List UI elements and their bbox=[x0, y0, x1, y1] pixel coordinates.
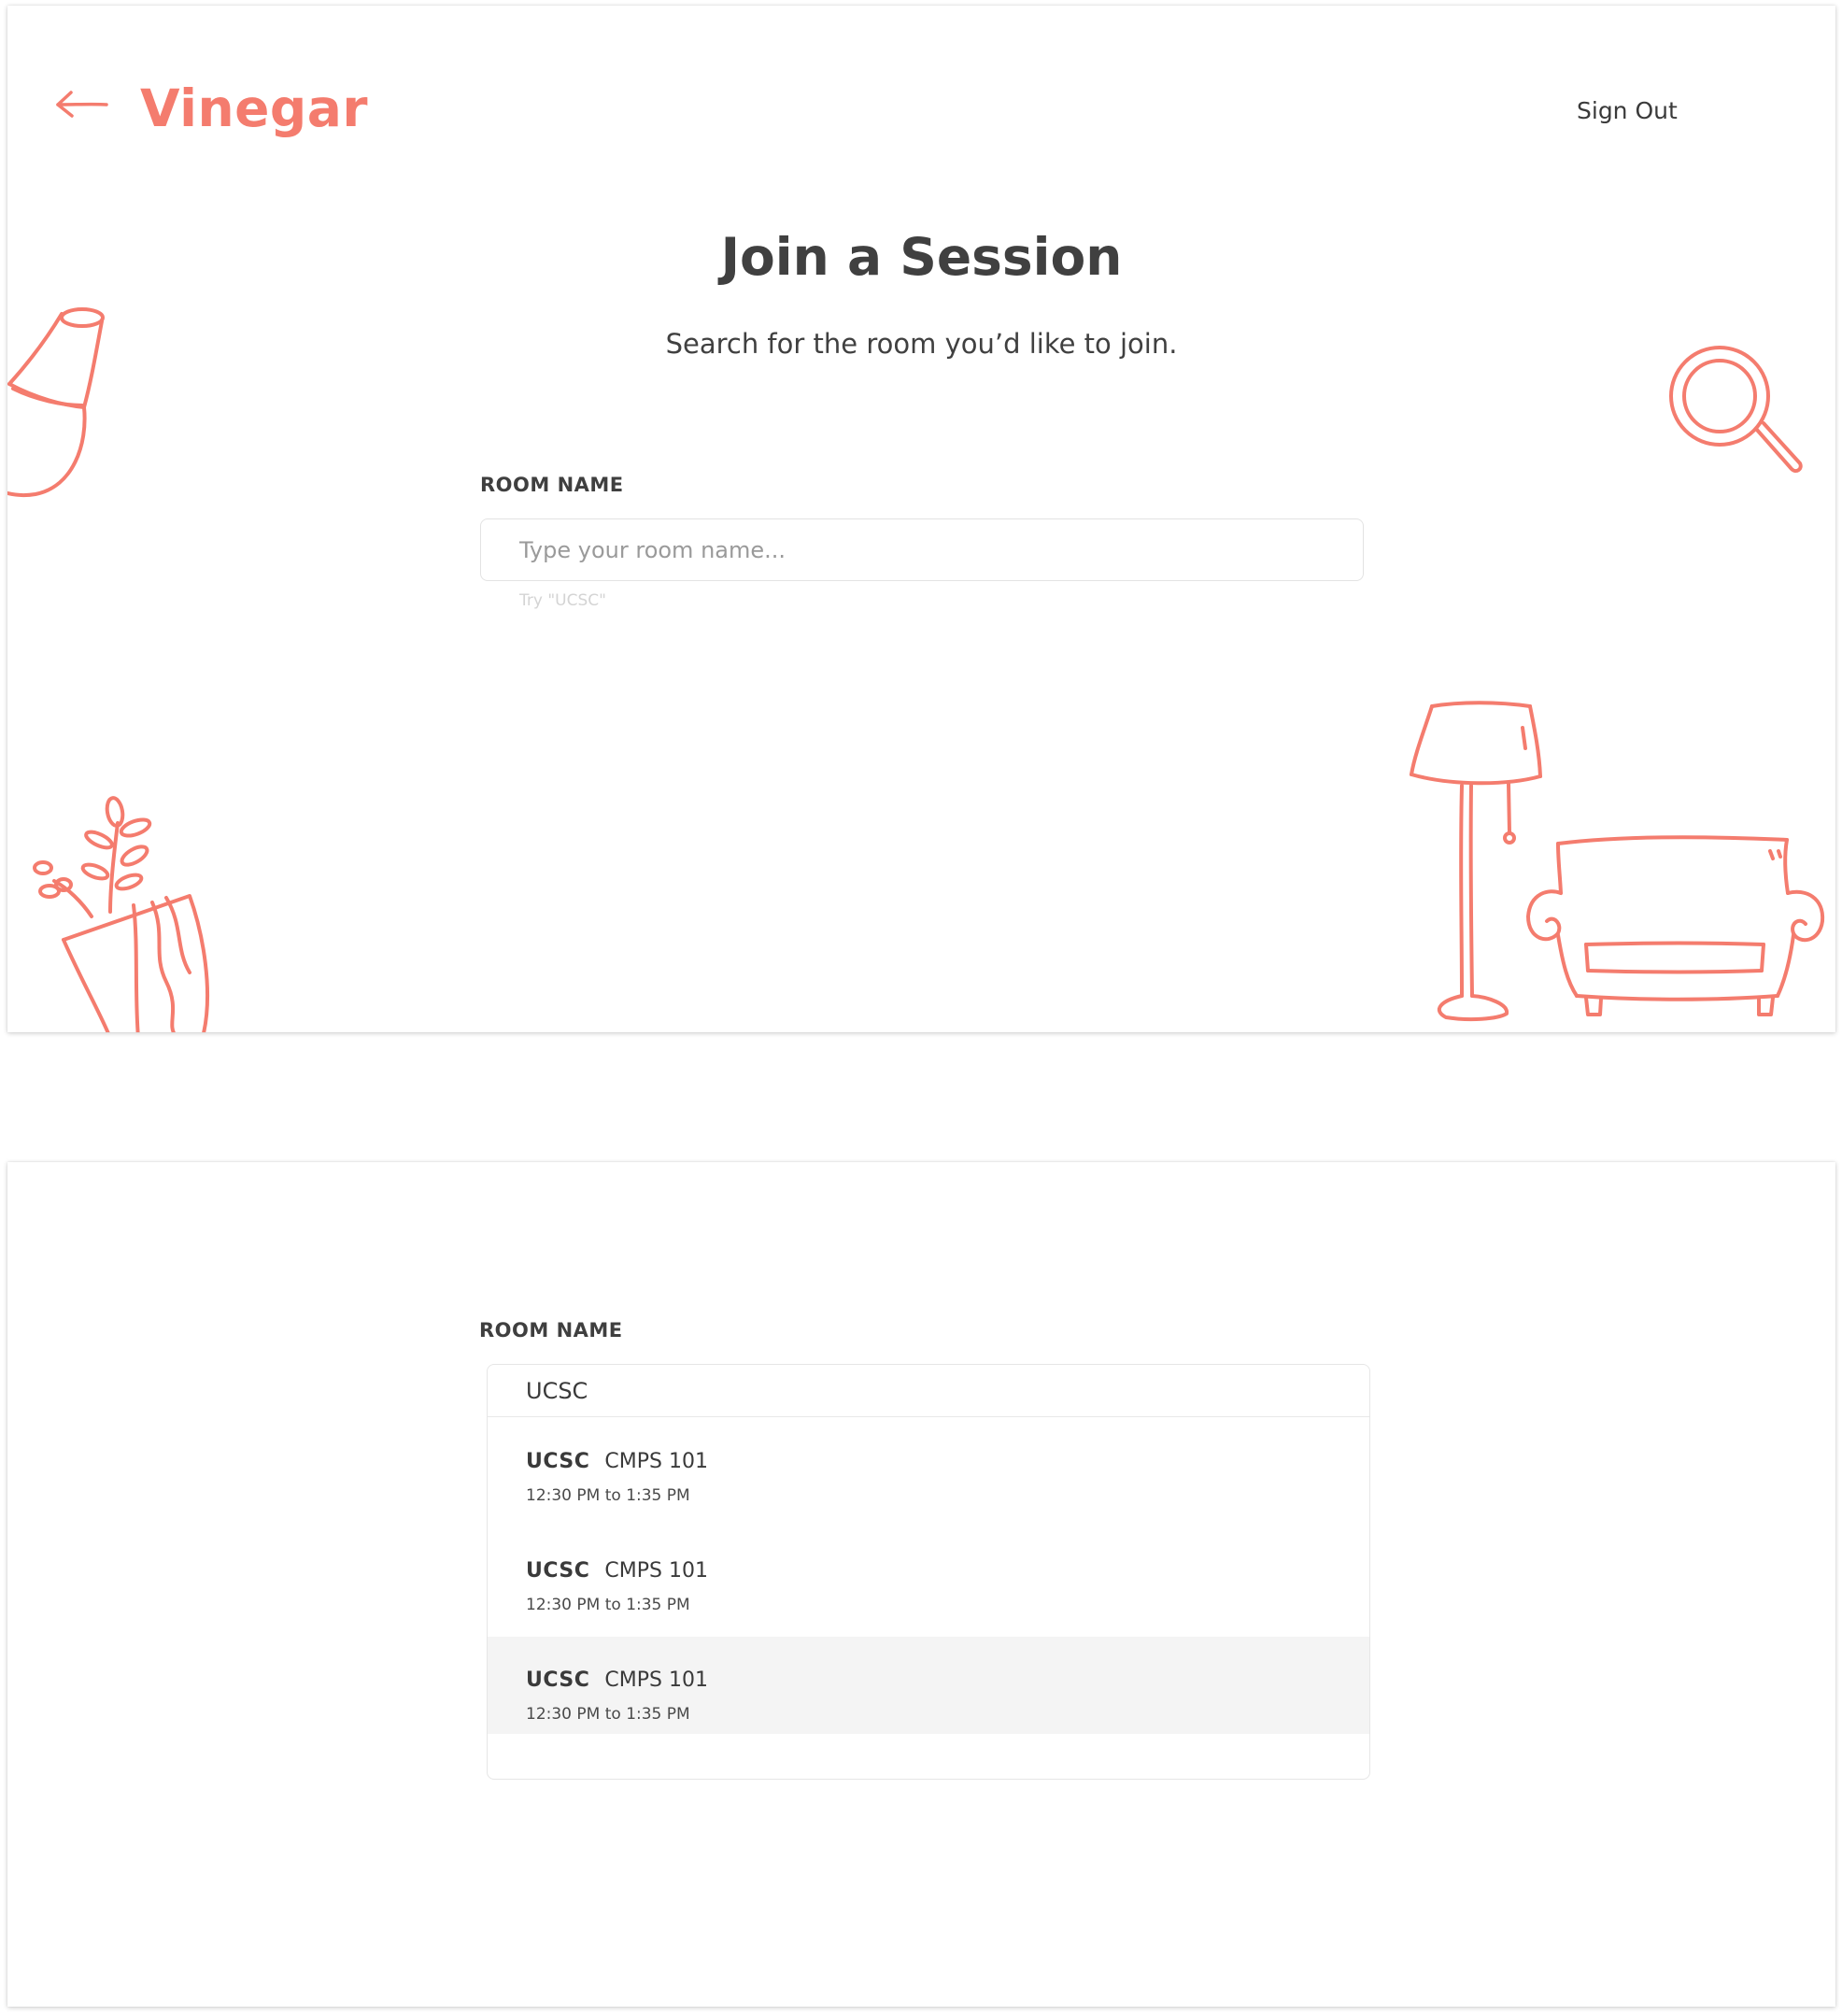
join-session-screen: Vinegar Sign Out Join a Session Search f… bbox=[7, 6, 1835, 1032]
result-course: CMPS 101 bbox=[604, 1668, 708, 1692]
room-name-input[interactable]: UCSC bbox=[488, 1365, 1369, 1417]
result-item-highlighted[interactable]: UCSC CMPS 101 12:30 PM to 1:35 PM bbox=[488, 1637, 1369, 1734]
plant-illustration bbox=[33, 796, 209, 1032]
room-name-hint: Try "UCSC" bbox=[519, 591, 606, 610]
result-time: 12:30 PM to 1:35 PM bbox=[526, 1596, 690, 1614]
sign-out-link[interactable]: Sign Out bbox=[1577, 95, 1745, 127]
magnifier-illustration bbox=[1669, 346, 1803, 474]
result-code: UCSC bbox=[526, 1559, 590, 1583]
page-title: Join a Session bbox=[720, 227, 1123, 287]
room-name-label: ROOM NAME bbox=[480, 474, 624, 496]
room-name-input[interactable] bbox=[481, 519, 1363, 580]
search-results-screen: ROOM NAME UCSC UCSC CMPS 101 12:30 PM to … bbox=[7, 1162, 1835, 2007]
brand-logo[interactable]: Vinegar bbox=[140, 71, 368, 146]
room-name-field[interactable] bbox=[480, 518, 1364, 581]
vase-illustration bbox=[7, 307, 105, 498]
result-course: CMPS 101 bbox=[604, 1559, 708, 1583]
results-list: UCSC CMPS 101 12:30 PM to 1:35 PM UCSC CMP… bbox=[488, 1418, 1369, 1734]
result-item[interactable]: UCSC CMPS 101 12:30 PM to 1:35 PM bbox=[488, 1418, 1369, 1527]
room-name-label: ROOM NAME bbox=[479, 1319, 623, 1342]
result-time: 12:30 PM to 1:35 PM bbox=[526, 1705, 690, 1724]
result-code: UCSC bbox=[526, 1450, 590, 1473]
result-time: 12:30 PM to 1:35 PM bbox=[526, 1486, 690, 1505]
result-code: UCSC bbox=[526, 1668, 590, 1692]
result-item[interactable]: UCSC CMPS 101 12:30 PM to 1:35 PM bbox=[488, 1527, 1369, 1637]
armchair-illustration bbox=[1526, 835, 1825, 1016]
result-course: CMPS 101 bbox=[604, 1450, 708, 1473]
back-arrow-icon[interactable] bbox=[52, 85, 110, 122]
room-search-dropdown: UCSC UCSC CMPS 101 12:30 PM to 1:35 PM UC… bbox=[487, 1364, 1370, 1780]
page-subtitle: Search for the room you’d like to join. bbox=[665, 328, 1178, 360]
